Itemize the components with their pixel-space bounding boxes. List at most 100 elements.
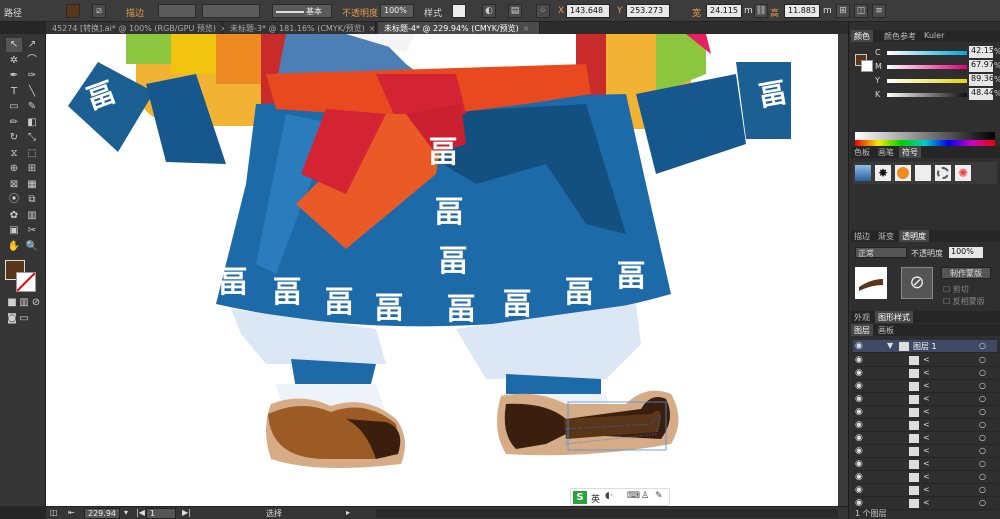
color-channel-row[interactable]: M 67.97% [853, 60, 1000, 73]
eye-icon[interactable]: ◉ [855, 355, 863, 365]
zoom-dropdown-icon[interactable]: ▾ [124, 508, 128, 517]
width-field[interactable]: 24.115 [706, 4, 742, 18]
symbol-frame-icon[interactable] [915, 165, 931, 181]
item-name[interactable]: < [923, 355, 930, 364]
tab-symbols[interactable]: 符号 [899, 146, 921, 158]
clip-checkbox[interactable]: ☐ 剪切 [943, 284, 969, 295]
transform-icon[interactable]: ⊞ [836, 4, 850, 18]
eye-icon[interactable]: ◉ [855, 498, 863, 508]
tab-brushes[interactable]: 画笔 [875, 146, 897, 158]
layer-item-row[interactable]: ◉ < ○ [853, 458, 997, 471]
variable-width-profile[interactable] [202, 4, 260, 18]
recolor-icon[interactable]: ◐ [482, 4, 496, 18]
channel-slider[interactable] [887, 93, 967, 97]
item-name[interactable]: < [923, 459, 930, 468]
status-arrow-icon[interactable]: ▸ [346, 508, 350, 517]
target-icon[interactable]: ○ [979, 433, 986, 442]
color-channel-row[interactable]: K 48.44% [853, 88, 1000, 101]
eye-icon[interactable]: ◉ [855, 381, 863, 391]
item-name[interactable]: < [923, 472, 930, 481]
pen-icon[interactable]: ✒ [6, 69, 22, 83]
item-name[interactable]: < [923, 407, 930, 416]
next-artboard-icon[interactable]: ▶| [182, 508, 191, 517]
layer-item-row[interactable]: ◉ < ○ [853, 354, 997, 367]
transparency-opacity-field[interactable]: 100% [949, 247, 983, 258]
target-icon[interactable]: ○ [979, 368, 986, 377]
scale-icon[interactable]: ⤡ [24, 131, 40, 145]
close-icon[interactable]: × [523, 24, 530, 33]
target-icon[interactable]: ○ [979, 341, 986, 350]
hand-icon[interactable]: ✋ [6, 240, 22, 254]
ime-toolbar[interactable]: S 英 ◖· ⌨ ♙ ✎ [570, 488, 670, 506]
stroke-weight-field[interactable] [158, 4, 196, 18]
channel-value-field[interactable]: 67.97 [969, 60, 994, 72]
color-ramp-bw[interactable] [855, 132, 995, 140]
tab-kuler[interactable]: Kuler [921, 30, 947, 42]
tab-swatches[interactable]: 色板 [851, 146, 873, 158]
tab-appearance[interactable]: 外观 [851, 311, 873, 323]
blend-mode-select[interactable]: 正常 [855, 247, 907, 258]
symbol-sprayer-icon[interactable]: ✿ [6, 209, 22, 223]
type-icon[interactable]: T [6, 85, 22, 99]
layer-item-row[interactable]: ◉ < ○ [853, 393, 997, 406]
lasso-icon[interactable]: ⌒ [24, 54, 40, 68]
tab-color-guide[interactable]: 颜色参考 [881, 30, 919, 42]
reference-point-icon[interactable]: ⁘ [536, 4, 550, 18]
shape-builder-icon[interactable]: ⊕ [6, 162, 22, 176]
target-icon[interactable]: ○ [979, 355, 986, 364]
item-name[interactable]: < [923, 498, 930, 507]
channel-value-field[interactable]: 89.36 [969, 74, 994, 86]
canvas-area[interactable]: 畐 畐 畐 畐 畐 畐 畐 畐 畐 畐 畐 畐 畐 [46, 34, 848, 506]
expand-icon[interactable]: ▼ [887, 341, 893, 350]
rotate-icon[interactable]: ↻ [6, 131, 22, 145]
align-icon[interactable]: ▤ [508, 4, 522, 18]
color-channel-row[interactable]: C 42.15% [853, 46, 1000, 59]
eye-icon[interactable]: ◉ [855, 420, 863, 430]
layer-item-row[interactable]: ◉ < ○ [853, 445, 997, 458]
channel-slider[interactable] [887, 79, 967, 83]
graphic-style-picker[interactable] [452, 4, 466, 18]
tab-artboards[interactable]: 画板 [875, 324, 897, 336]
tab-gradient[interactable]: 渐变 [875, 230, 897, 242]
target-icon[interactable]: ○ [979, 459, 986, 468]
document-tab-1[interactable]: 45274 [转换].ai* @ 100% (RGB/GPU 预览)× [46, 22, 227, 34]
target-icon[interactable]: ○ [979, 472, 986, 481]
symbol-orange-icon[interactable] [895, 165, 911, 181]
item-name[interactable]: < [923, 485, 930, 494]
settings-icon[interactable]: ✎ [655, 491, 663, 501]
pencil-icon[interactable]: ✏ [6, 116, 22, 130]
zoom-icon[interactable]: 🔍 [24, 240, 40, 254]
symbol-banner-icon[interactable] [855, 165, 871, 181]
y-field[interactable]: 253.273 [626, 4, 670, 18]
item-name[interactable]: < [923, 394, 930, 403]
eye-icon[interactable]: ◉ [855, 341, 863, 351]
punctuation-icon[interactable]: ◖· [605, 491, 613, 501]
eraser-icon[interactable]: ◧ [24, 116, 40, 130]
stroke-label[interactable]: 描边 [126, 6, 144, 19]
symbol-splat-icon[interactable]: ✸ [875, 165, 891, 181]
eye-icon[interactable]: ◉ [855, 485, 863, 495]
column-graph-icon[interactable]: ▥ [24, 209, 40, 223]
symbol-flower-icon[interactable]: ✺ [955, 165, 971, 181]
eye-icon[interactable]: ◉ [855, 459, 863, 469]
no-mask-icon[interactable]: ⊘ [901, 267, 933, 299]
ime-lang[interactable]: 英 [591, 492, 600, 505]
tab-color[interactable]: 颜色 [851, 30, 873, 42]
layer-item-row[interactable]: ◉ < ○ [853, 406, 997, 419]
target-icon[interactable]: ○ [979, 407, 986, 416]
free-transform-icon[interactable]: ⬚ [24, 147, 40, 161]
document-tab-3[interactable]: 未标题-4* @ 229.94% (CMYK/预览) × [378, 22, 540, 34]
fill-swatch[interactable] [66, 4, 80, 18]
color-channel-row[interactable]: Y 89.36% [853, 74, 1000, 87]
layer-name[interactable]: 图层 1 [913, 341, 937, 352]
item-name[interactable]: < [923, 368, 930, 377]
item-name[interactable]: < [923, 420, 930, 429]
pan-icon[interactable]: ◫ [50, 508, 58, 517]
artboard-icon[interactable]: ▣ [6, 224, 22, 238]
none-mode-icon[interactable]: ⊘ [28, 296, 44, 310]
eye-icon[interactable]: ◉ [855, 394, 863, 404]
perspective-icon[interactable]: ⊞ [24, 162, 40, 176]
layer-item-row[interactable]: ◉ < ○ [853, 432, 997, 445]
user-icon[interactable]: ♙ [641, 491, 649, 501]
layer-row-main[interactable]: ◉ ▼ 图层 1 ○ [853, 340, 997, 353]
